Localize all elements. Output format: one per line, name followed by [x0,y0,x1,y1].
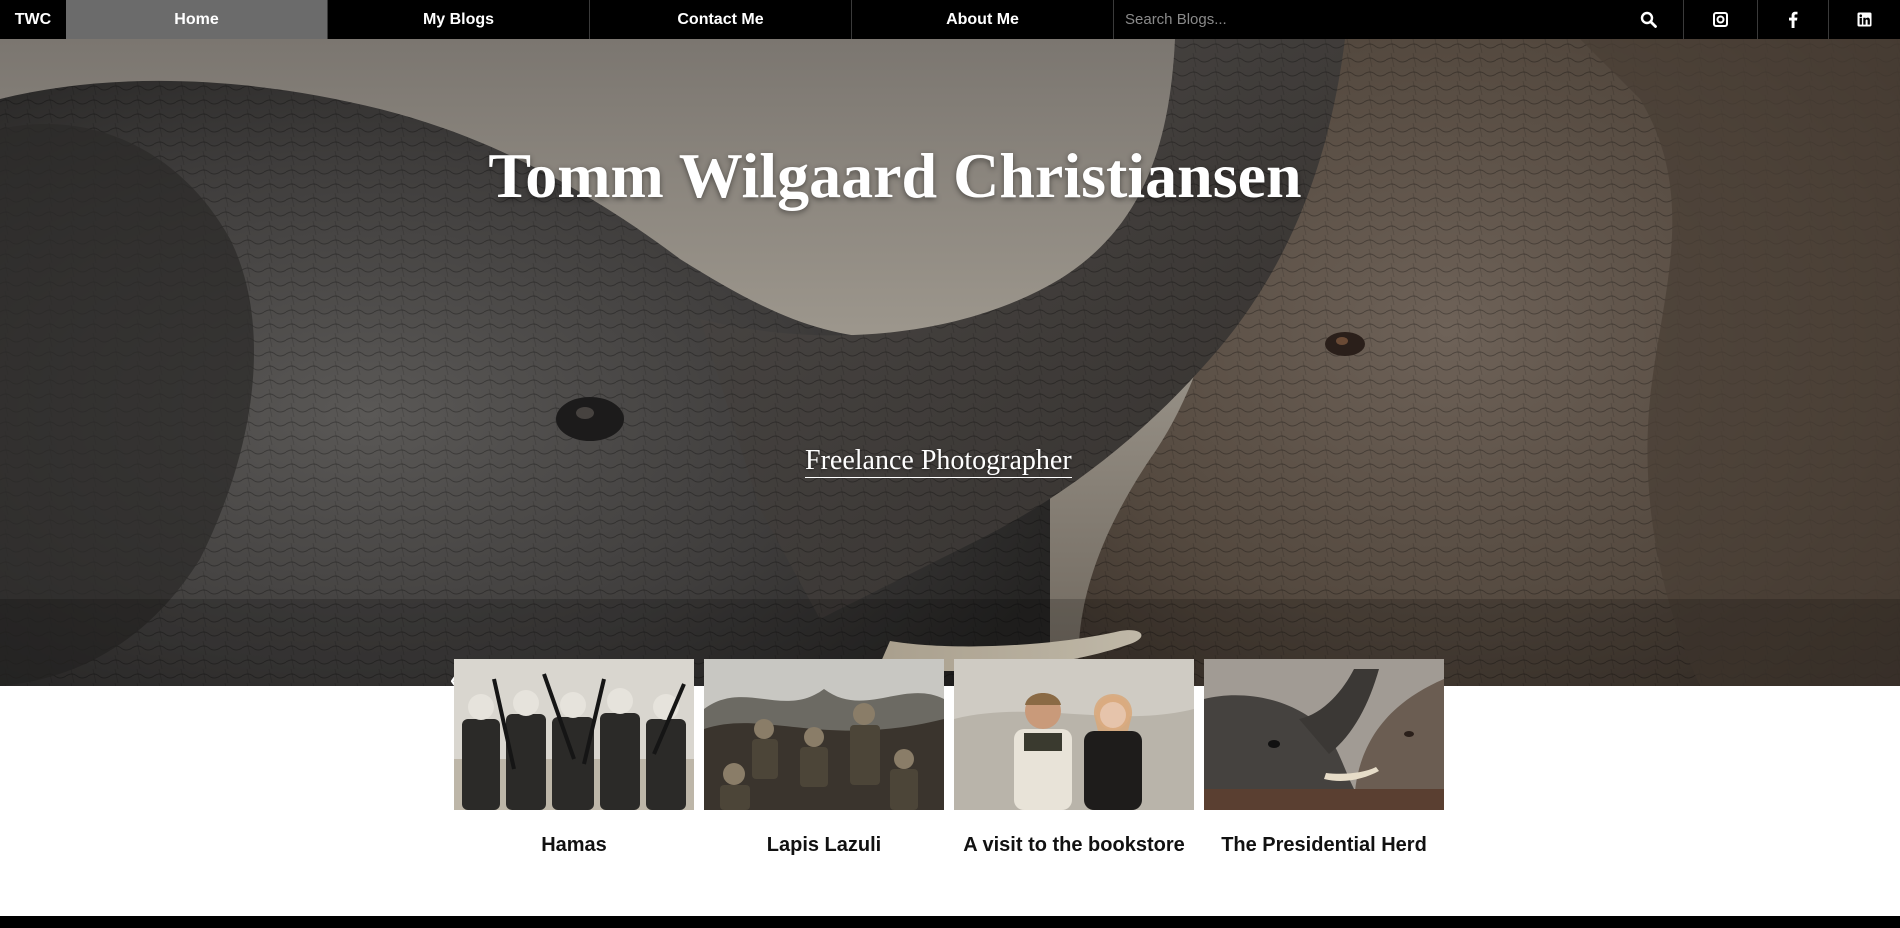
camera-icon [1713,12,1728,27]
facebook-link[interactable] [1758,0,1829,39]
facebook-icon [1789,11,1798,28]
blog-card-bookstore[interactable]: A visit to the bookstore [954,659,1194,857]
blog-card-title: A visit to the bookstore [963,834,1185,856]
search-button[interactable] [1613,0,1683,39]
linkedin-link[interactable] [1829,0,1899,39]
search-icon [1640,11,1657,28]
blog-card-title: The Presidential Herd [1221,834,1427,856]
nav-item-my-blogs[interactable]: My Blogs [328,0,590,39]
blog-card-carousel: Hamas Lapis Lazuli A visit to the bookst… [454,659,1444,857]
blog-card-image [704,659,944,810]
blog-card-hamas[interactable]: Hamas [454,659,694,857]
nav-item-contact-me[interactable]: Contact Me [590,0,852,39]
brand-logo[interactable]: TWC [0,0,66,39]
hero-title: Tomm Wilgaard Christiansen [488,140,1302,211]
blog-card-title: Lapis Lazuli [766,834,882,856]
hero-banner: Tomm Wilgaard Christiansen Freelance Pho… [0,39,1900,686]
instagram-link[interactable] [1684,0,1758,39]
blog-card-presidential-herd[interactable]: The Presidential Herd [1204,659,1444,857]
search-input[interactable] [1114,0,1613,39]
hero-subtitle-link[interactable]: Freelance Photographer [805,445,1072,478]
blog-card-image [454,659,694,810]
blog-card-image [954,659,1194,810]
blog-card-image [1204,659,1444,810]
search-bar [1114,0,1684,39]
nav-item-home[interactable]: Home [66,0,328,39]
hero-elephant-photo [0,39,1900,686]
blog-card-title: Hamas [541,834,607,856]
nav-item-about-me[interactable]: About Me [852,0,1114,39]
blog-card-lapis-lazuli[interactable]: Lapis Lazuli [704,659,944,857]
footer-bar [0,916,1900,928]
top-navigation: TWC Home My Blogs Contact Me About Me [0,0,1900,39]
linkedin-icon [1857,12,1871,27]
